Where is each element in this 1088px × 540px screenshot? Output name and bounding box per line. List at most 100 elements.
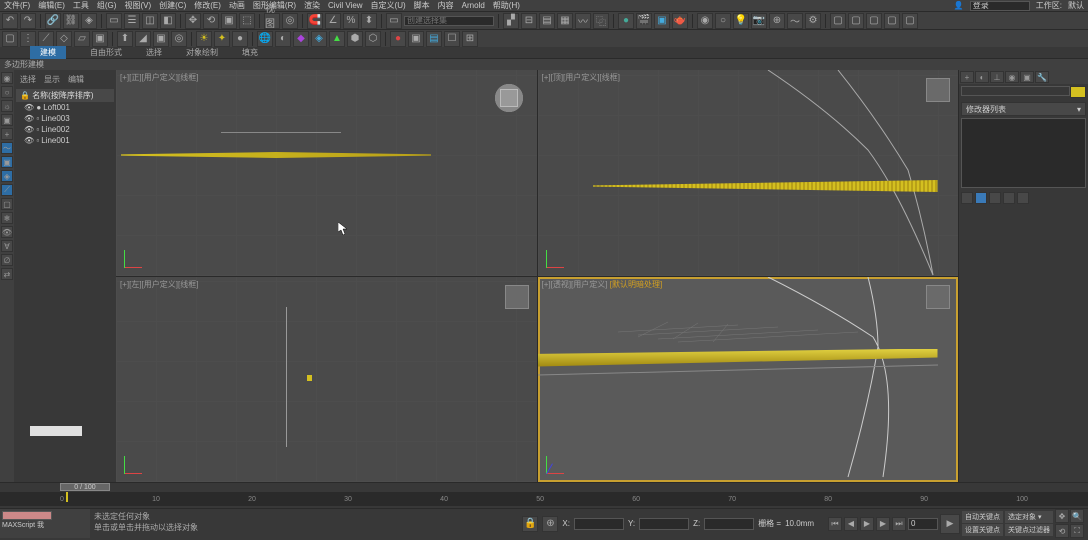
scene-item-line3[interactable]: 👁 ▫ Line003 bbox=[16, 113, 114, 124]
tab-select[interactable]: 选择 bbox=[146, 47, 162, 58]
vertex-icon[interactable]: ⋮ bbox=[20, 31, 36, 47]
coord-x-input[interactable] bbox=[574, 518, 624, 530]
element-icon[interactable]: ▣ bbox=[92, 31, 108, 47]
redo-icon[interactable]: ↷ bbox=[20, 13, 36, 29]
config-icon[interactable] bbox=[1017, 192, 1029, 204]
misc10-icon[interactable]: ⬢ bbox=[347, 31, 363, 47]
toggle-ribbon-icon[interactable]: ▦ bbox=[557, 13, 573, 29]
mirror-icon[interactable]: ▞ bbox=[503, 13, 519, 29]
misc2-icon[interactable]: ▢ bbox=[848, 13, 864, 29]
misc15-icon[interactable]: ⊞ bbox=[462, 31, 478, 47]
left-tab-display[interactable]: 显示 bbox=[44, 74, 60, 85]
viewcube-left[interactable] bbox=[505, 285, 529, 309]
display-tab-icon[interactable]: ▣ bbox=[1020, 71, 1034, 83]
strip-frozen-icon[interactable]: ❄ bbox=[1, 212, 13, 224]
select-icon[interactable]: ▭ bbox=[106, 13, 122, 29]
menu-custom[interactable]: 自定义(U) bbox=[371, 0, 406, 11]
polygon-icon[interactable]: ▱ bbox=[74, 31, 90, 47]
sphere-light-icon[interactable]: ● bbox=[232, 31, 248, 47]
coord-z-input[interactable] bbox=[704, 518, 754, 530]
modifier-stack[interactable] bbox=[961, 118, 1086, 188]
edge-icon[interactable]: ⟋ bbox=[38, 31, 54, 47]
menu-arnold[interactable]: Arnold bbox=[462, 1, 485, 10]
utilities-tab-icon[interactable]: 🔧 bbox=[1035, 71, 1049, 83]
link-icon[interactable]: 🔗 bbox=[45, 13, 61, 29]
menu-script[interactable]: 脚本 bbox=[414, 0, 430, 11]
scene-item-loft[interactable]: 👁 ● Loft001 bbox=[16, 102, 114, 113]
maximize-icon[interactable]: ⛶ bbox=[1070, 524, 1084, 538]
camera-icon[interactable]: 📷 bbox=[751, 13, 767, 29]
refsys-icon[interactable]: 视图▾ bbox=[264, 13, 280, 29]
strip-camera-icon[interactable]: ▣ bbox=[1, 114, 13, 126]
menu-anim[interactable]: 动画 bbox=[229, 0, 245, 11]
poly-select-icon[interactable]: ▢ bbox=[2, 31, 18, 47]
time-handle[interactable]: 0 / 100 bbox=[60, 483, 110, 491]
viewport-perspective[interactable]: [+][透视][用户定义] [默认明暗处理] bbox=[538, 277, 959, 483]
place-icon[interactable]: ⬚ bbox=[239, 13, 255, 29]
setkey-button[interactable]: 设置关键点 bbox=[962, 524, 1003, 536]
render-frame-icon[interactable]: ▣ bbox=[654, 13, 670, 29]
prev-frame-icon[interactable]: ◀ bbox=[844, 517, 858, 531]
misc12-icon[interactable]: ▣ bbox=[408, 31, 424, 47]
motion-tab-icon[interactable]: ◉ bbox=[1005, 71, 1019, 83]
vp-label-persp[interactable]: [+][透视][用户定义] [默认明暗处理] bbox=[542, 279, 663, 290]
object-name-input[interactable] bbox=[961, 86, 1070, 96]
shape-icon[interactable]: ○ bbox=[715, 13, 731, 29]
light2-icon[interactable]: ✦ bbox=[214, 31, 230, 47]
strip-shape-icon[interactable]: ○ bbox=[1, 86, 13, 98]
tab-modeling[interactable]: 建模 bbox=[30, 46, 66, 59]
orbit-icon[interactable]: ⟲ bbox=[1055, 524, 1069, 538]
modifier-list-dropdown[interactable]: 修改器列表▾ bbox=[961, 102, 1086, 116]
system-icon[interactable]: ⚙ bbox=[805, 13, 821, 29]
sun-icon[interactable]: ☀ bbox=[196, 31, 212, 47]
misc4-icon[interactable]: ▢ bbox=[884, 13, 900, 29]
extrude-icon[interactable]: ⬆ bbox=[117, 31, 133, 47]
menu-modify[interactable]: 修改(E) bbox=[194, 0, 221, 11]
frame-input[interactable] bbox=[908, 518, 938, 530]
scene-item-line1[interactable]: 👁 ▫ Line001 bbox=[16, 135, 114, 146]
curve-editor-icon[interactable]: 〰 bbox=[575, 13, 591, 29]
menu-create[interactable]: 创建(C) bbox=[159, 0, 186, 11]
misc11-icon[interactable]: ⬡ bbox=[365, 31, 381, 47]
layer-icon[interactable]: ▤ bbox=[539, 13, 555, 29]
play-icon[interactable]: ▶ bbox=[860, 517, 874, 531]
absrel-icon[interactable]: ⊕ bbox=[542, 516, 558, 532]
next-frame-icon[interactable]: ▶ bbox=[876, 517, 890, 531]
earth-icon[interactable]: 🌐 bbox=[257, 31, 273, 47]
render-icon[interactable]: 🫖 bbox=[672, 13, 688, 29]
autokey-button[interactable]: 自动关键点 bbox=[962, 511, 1003, 523]
vp-label-left[interactable]: [+][左][用户定义][线框] bbox=[120, 279, 198, 290]
misc7-icon[interactable]: ◆ bbox=[293, 31, 309, 47]
pin-stack-icon[interactable] bbox=[961, 192, 973, 204]
menu-group[interactable]: 组(G) bbox=[97, 0, 117, 11]
menu-help[interactable]: 帮助(H) bbox=[493, 0, 520, 11]
time-ruler[interactable]: 0 10 20 30 40 50 60 70 80 90 100 bbox=[0, 492, 1088, 506]
viewcube-top[interactable] bbox=[926, 78, 950, 102]
maxscript-input[interactable] bbox=[2, 511, 52, 520]
strip-group-icon[interactable]: ▣ bbox=[1, 156, 13, 168]
material-icon[interactable]: ● bbox=[618, 13, 634, 29]
render-setup-icon[interactable]: 🎬 bbox=[636, 13, 652, 29]
misc9-icon[interactable]: ▲ bbox=[329, 31, 345, 47]
rotate-icon[interactable]: ⟲ bbox=[203, 13, 219, 29]
menu-tools[interactable]: 工具 bbox=[73, 0, 89, 11]
light-icon[interactable]: 💡 bbox=[733, 13, 749, 29]
strip-bone-icon[interactable]: ⟋ bbox=[1, 184, 13, 196]
select-name-icon[interactable]: ☰ bbox=[124, 13, 140, 29]
outline-icon[interactable]: ◎ bbox=[171, 31, 187, 47]
remove-mod-icon[interactable] bbox=[1003, 192, 1015, 204]
viewport-top[interactable]: [+][顶][用户定义][线框] bbox=[538, 70, 959, 276]
workspace-value[interactable]: 默认 bbox=[1068, 0, 1084, 11]
helper-icon[interactable]: ⊕ bbox=[769, 13, 785, 29]
left-tab-select[interactable]: 选择 bbox=[20, 74, 36, 85]
viewport-front[interactable]: [+][正][用户定义][线框] bbox=[116, 70, 537, 276]
pan-icon[interactable]: ✥ bbox=[1055, 509, 1069, 523]
window-crossing-icon[interactable]: ◧ bbox=[160, 13, 176, 29]
tab-populate[interactable]: 填充 bbox=[242, 47, 258, 58]
angle-snap-icon[interactable]: ∠ bbox=[325, 13, 341, 29]
vp-label-top[interactable]: [+][顶][用户定义][线框] bbox=[542, 72, 620, 83]
strip-helper-icon[interactable]: + bbox=[1, 128, 13, 140]
scene-item-line2[interactable]: 👁 ▫ Line002 bbox=[16, 124, 114, 135]
menu-file[interactable]: 文件(F) bbox=[4, 0, 30, 11]
big-play-button[interactable]: ▶ bbox=[940, 514, 960, 534]
